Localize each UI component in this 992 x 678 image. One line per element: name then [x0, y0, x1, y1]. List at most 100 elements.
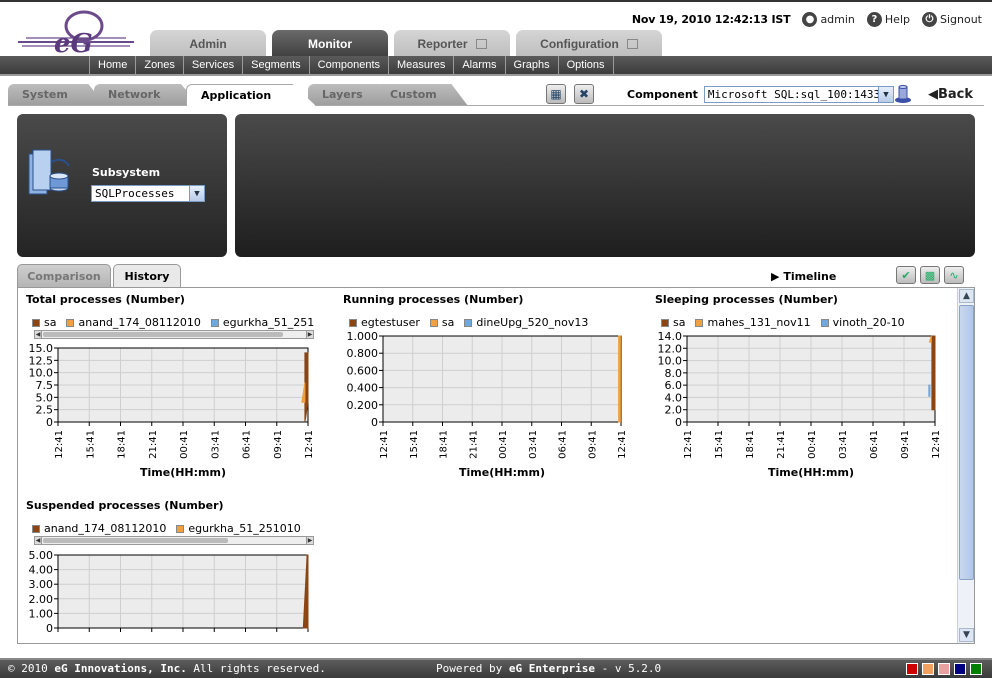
nav-components[interactable]: Components	[308, 56, 388, 74]
line-chart-button[interactable]: ∿	[944, 266, 964, 284]
vertical-scrollbar[interactable]: ▲ ▼	[957, 288, 974, 643]
compare-chart-button[interactable]: ✔	[896, 266, 916, 284]
y-tick-label: 0.400	[347, 382, 379, 395]
tab-configuration[interactable]: Configuration	[516, 30, 662, 58]
eg-logo[interactable]: eG	[14, 8, 138, 54]
y-tick-label: 4.00	[29, 564, 54, 577]
theme-navy[interactable]	[954, 663, 966, 675]
theme-orange[interactable]	[922, 663, 934, 675]
caret-right-icon: ▶	[771, 270, 780, 283]
settings-button[interactable]: ✖	[574, 84, 594, 104]
series-area-1[interactable]	[618, 335, 621, 423]
y-tick-label: 2.00	[29, 593, 54, 606]
layout-button[interactable]: ▦	[546, 84, 566, 104]
scroll-up-icon[interactable]: ▲	[959, 289, 974, 303]
y-tick-label: 0	[46, 622, 53, 635]
nav-graphs[interactable]: Graphs	[504, 56, 558, 74]
tab-application[interactable]: Application	[186, 84, 316, 106]
tab-network-label: Network	[108, 88, 161, 101]
nav-home[interactable]: Home	[89, 56, 135, 74]
component-select[interactable]: Microsoft SQL:sql_100:1433 ▼	[703, 86, 894, 103]
series-area-2[interactable]	[928, 384, 931, 397]
chart-plot: 12:41 15:41 18:41 21:41 00:41 03:41 06:41 09:41…	[658, 330, 943, 479]
nav-segments[interactable]: Segments	[242, 56, 309, 74]
product-name: eG Enterprise	[508, 662, 595, 675]
theme-pink[interactable]	[938, 663, 950, 675]
nav-options[interactable]: Options	[557, 56, 614, 74]
x-axis-label: Time(HH:mm)	[140, 466, 226, 479]
y-tick-label: 8.0	[665, 367, 683, 380]
tab-custom[interactable]: Custom	[376, 84, 468, 106]
history-charts-panel: Total processes (Number) sa anand_174_0811…	[17, 287, 975, 644]
y-tick-label: 0.800	[347, 347, 379, 360]
admin-user-link[interactable]: ● admin	[802, 12, 855, 27]
company-name: eG Innovations, Inc.	[54, 662, 187, 675]
x-tick-label: 12:41	[54, 430, 65, 459]
bar-chart-button[interactable]: ▩	[920, 266, 940, 284]
theme-red[interactable]	[906, 663, 918, 675]
powered-pre: Powered by	[436, 662, 509, 675]
y-tick-label: 10.0	[29, 367, 54, 380]
x-axis-label: Time(HH:mm)	[768, 466, 854, 479]
timeline-toggle[interactable]: ▶ Timeline	[771, 270, 836, 283]
scroll-down-icon[interactable]: ▼	[959, 628, 974, 642]
signout-link[interactable]: ⏻ Signout	[921, 12, 982, 27]
x-tick-label: 09:41	[587, 430, 598, 459]
server-icon	[28, 149, 70, 195]
tab-history[interactable]: History	[113, 264, 181, 288]
tab-comparison-label: Comparison	[27, 270, 101, 283]
tab-admin[interactable]: Admin	[150, 30, 266, 58]
x-tick-label: 15:41	[714, 430, 725, 459]
y-tick-label: 0.200	[347, 399, 379, 412]
tab-system[interactable]: System	[8, 84, 106, 106]
help-icon: ?	[866, 12, 882, 27]
power-icon: ⏻	[921, 12, 937, 27]
copyright: © 2010 eG Innovations, Inc. All rights r…	[8, 662, 326, 675]
x-tick-label: 09:41	[900, 430, 911, 459]
theme-swatches	[906, 663, 982, 675]
x-tick-label: 00:41	[498, 430, 509, 459]
component-value: Microsoft SQL:sql_100:1433	[707, 88, 881, 101]
tab-monitor-label: Monitor	[308, 37, 352, 51]
version: - v 5.2.0	[594, 662, 662, 675]
timeline-label: Timeline	[783, 270, 837, 283]
user-toolbar: Nov 19, 2010 12:42:13 IST ● admin ? Help ⏻…	[632, 12, 982, 27]
y-tick-label: 1.000	[347, 330, 379, 343]
tab-reporter[interactable]: Reporter	[394, 30, 510, 58]
line-chart-icon: ∿	[949, 268, 959, 282]
x-tick-label: 06:41	[558, 430, 569, 459]
y-tick-label: 0	[371, 416, 378, 429]
x-tick-label: 12:41	[617, 430, 628, 459]
chevron-down-icon: ▼	[877, 87, 893, 102]
nav-services[interactable]: Services	[182, 56, 242, 74]
tab-divider	[8, 105, 984, 106]
x-tick-label: 00:41	[179, 430, 190, 459]
external-window-icon	[626, 39, 638, 49]
nav-zones[interactable]: Zones	[135, 56, 183, 74]
chart-suspended-processes: Suspended processes (Number) anand_174_08…	[26, 499, 336, 643]
nav-measures[interactable]: Measures	[388, 56, 453, 74]
main-tabs: Admin Monitor Reporter Configuration	[150, 30, 662, 58]
tab-network[interactable]: Network	[94, 84, 200, 106]
scroll-thumb[interactable]	[959, 305, 974, 580]
subsystem-select[interactable]: SQLProcesses ▼	[91, 185, 205, 202]
tab-comparison[interactable]: Comparison	[17, 264, 111, 288]
powered-by: Powered by eG Enterprise - v 5.2.0	[436, 662, 661, 675]
x-tick-label: 06:41	[242, 430, 253, 459]
x-tick-label: 18:41	[745, 430, 756, 459]
chart-tools: ✔ ▩ ∿	[896, 266, 964, 284]
theme-green[interactable]	[970, 663, 982, 675]
y-tick-label: 12.0	[658, 342, 683, 355]
current-datetime: Nov 19, 2010 12:42:13 IST	[631, 13, 791, 26]
help-link[interactable]: ? Help	[866, 12, 910, 27]
database-icon[interactable]	[893, 84, 913, 104]
nav-alarms[interactable]: Alarms	[453, 56, 504, 74]
component-selector: Component Microsoft SQL:sql_100:1433 ▼	[627, 86, 894, 103]
series-area-0[interactable]	[931, 335, 936, 411]
x-tick-label: 00:41	[807, 430, 818, 459]
tab-system-label: System	[22, 88, 68, 101]
tab-monitor[interactable]: Monitor	[272, 30, 388, 58]
signout-label: Signout	[939, 13, 982, 26]
copyright-pre: © 2010	[8, 662, 55, 675]
back-link[interactable]: ◀Back	[928, 87, 973, 102]
